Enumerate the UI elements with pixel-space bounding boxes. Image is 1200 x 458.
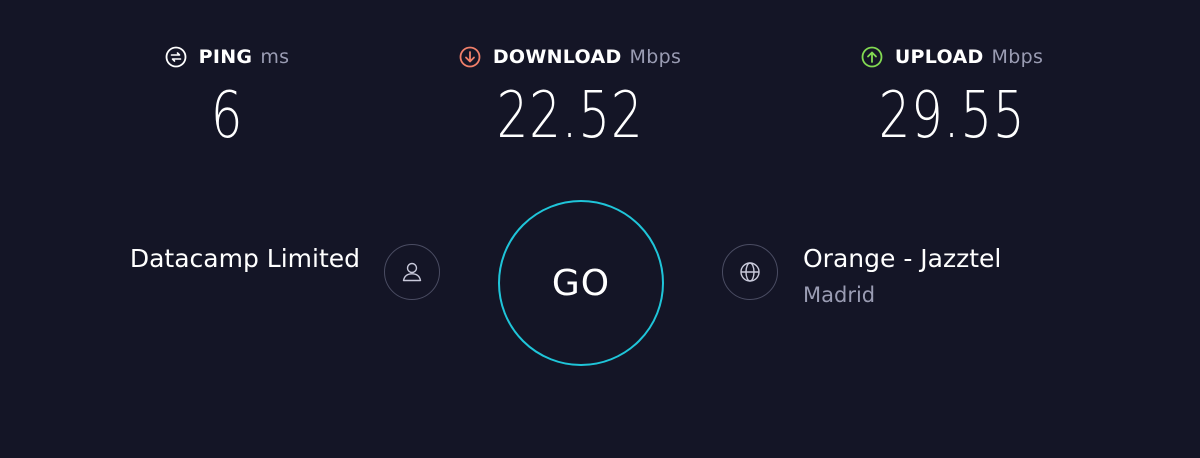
download-metric: DOWNLOAD Mbps 22.52 — [420, 44, 720, 152]
download-arrow-icon — [459, 46, 481, 68]
server-info[interactable]: Orange - Jazztel Madrid — [803, 244, 1001, 307]
download-label: DOWNLOAD — [492, 46, 622, 68]
go-button[interactable]: GO — [498, 200, 664, 366]
user-icon[interactable] — [384, 244, 440, 300]
ping-value: 6 — [210, 79, 244, 153]
upload-label: UPLOAD — [894, 46, 984, 68]
upload-value: 29.55 — [878, 79, 1026, 153]
server-name[interactable]: Orange - Jazztel — [803, 244, 1001, 273]
server-location: Madrid — [803, 283, 876, 307]
ping-metric: PING ms 6 — [77, 44, 377, 152]
upload-header: UPLOAD Mbps — [802, 44, 1102, 70]
download-value: 22.52 — [496, 79, 644, 153]
ping-header: PING ms — [77, 44, 377, 70]
upload-arrow-icon — [861, 46, 883, 68]
isp-name[interactable]: Datacamp Limited — [130, 244, 360, 273]
ping-icon — [165, 46, 187, 68]
upload-metric: UPLOAD Mbps 29.55 — [802, 44, 1102, 152]
download-unit: Mbps — [629, 46, 682, 68]
upload-unit: Mbps — [991, 46, 1044, 68]
download-header: DOWNLOAD Mbps — [420, 44, 720, 70]
ping-label: PING — [198, 46, 253, 68]
globe-icon[interactable] — [722, 244, 778, 300]
ping-unit: ms — [260, 46, 290, 68]
